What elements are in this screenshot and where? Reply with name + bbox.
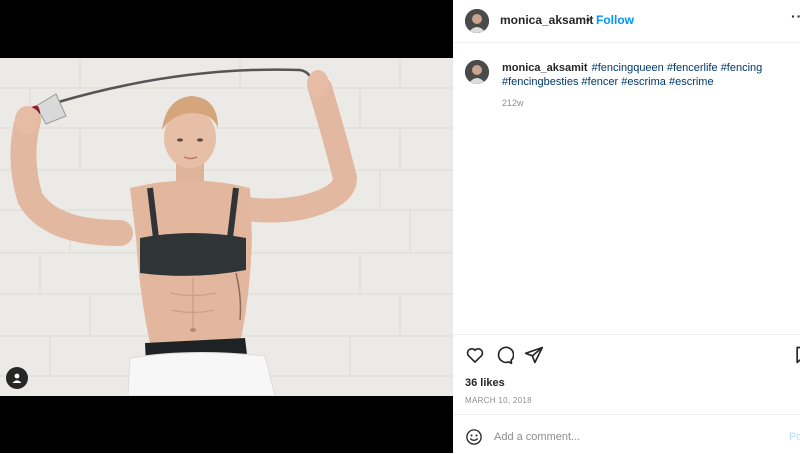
header-username[interactable]: monica_aksamit	[500, 13, 593, 27]
hashtag-link[interactable]: #fencing	[721, 62, 763, 74]
caption-avatar[interactable]	[465, 60, 489, 84]
comment-bar: Po	[453, 414, 800, 454]
post-caption: monica_aksamit #fencingqueen #fencerlife …	[502, 61, 792, 89]
photo-fencer-illustration	[0, 58, 453, 396]
hashtag-link[interactable]: #fencer	[582, 76, 619, 88]
hashtag-link[interactable]: #escrima	[621, 76, 666, 88]
more-options-button[interactable]: ··	[791, 8, 800, 24]
comment-icon[interactable]	[494, 345, 514, 365]
hashtag-link[interactable]: #fencerlife	[667, 62, 718, 74]
header-separator: •	[586, 13, 591, 27]
post-comment-button[interactable]: Po	[789, 431, 800, 443]
heart-icon[interactable]	[465, 345, 485, 365]
paper-plane-icon[interactable]	[524, 345, 544, 365]
caption-username[interactable]: monica_aksamit	[502, 62, 588, 74]
avatar-image	[465, 60, 489, 84]
avatar-image	[465, 9, 489, 33]
user-tag-button[interactable]	[6, 367, 28, 389]
comment-input[interactable]	[494, 427, 764, 447]
bookmark-icon[interactable]	[793, 345, 800, 365]
hashtag-link[interactable]: #fencingbesties	[502, 76, 578, 88]
actions-divider	[453, 334, 800, 336]
avatar[interactable]	[465, 9, 489, 33]
follow-button[interactable]: Follow	[596, 13, 634, 27]
smiley-icon[interactable]	[465, 428, 483, 446]
likes-count[interactable]: 36 likes	[465, 377, 505, 389]
post-header: monica_aksamit • Follow ··	[453, 0, 800, 43]
caption-time-ago[interactable]: 212w	[502, 98, 524, 108]
post-photo[interactable]	[0, 58, 453, 396]
post-media[interactable]	[0, 0, 453, 453]
user-tag-icon	[12, 373, 22, 383]
hashtag-link[interactable]: #escrime	[669, 76, 714, 88]
hashtag-link[interactable]: #fencingqueen	[592, 62, 664, 74]
post-date[interactable]: MARCH 10, 2018	[465, 396, 532, 405]
post-details-panel: monica_aksamit • Follow ·· monica_aksami…	[453, 0, 800, 453]
